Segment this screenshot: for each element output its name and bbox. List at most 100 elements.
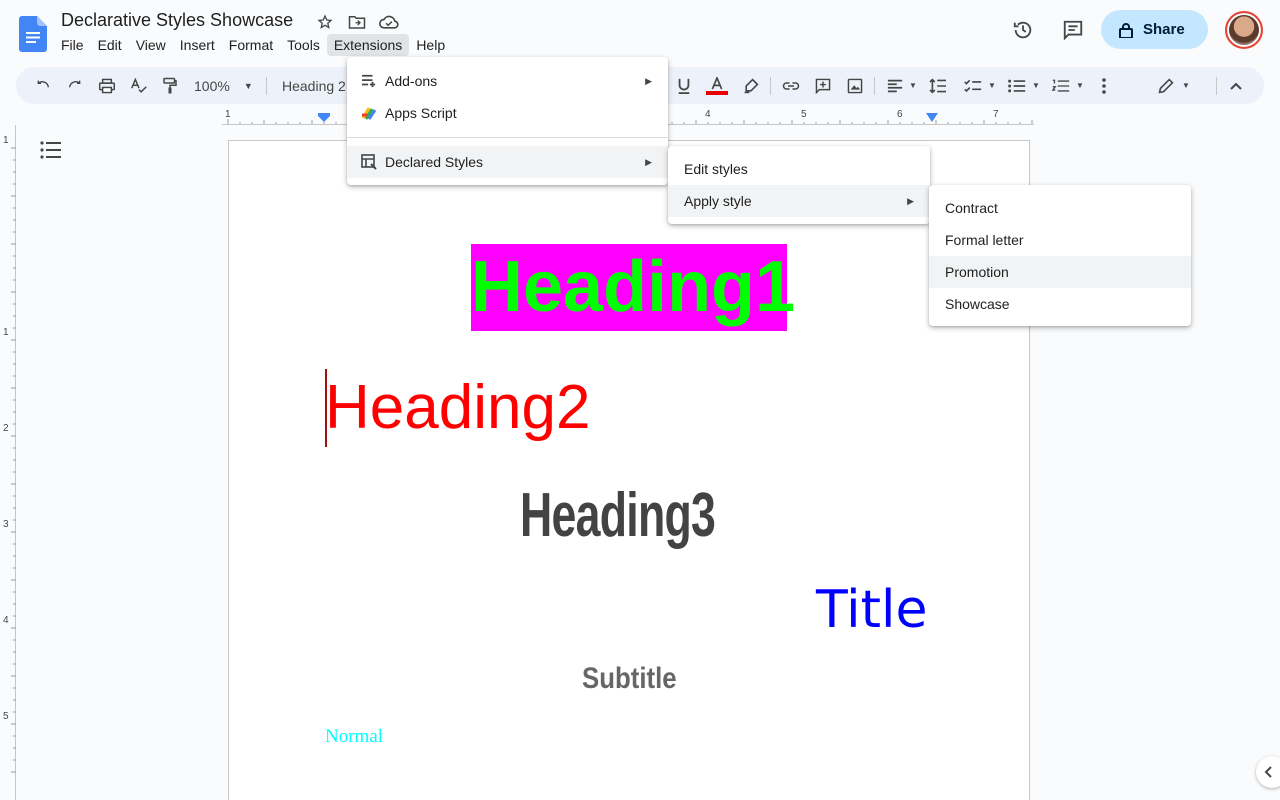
menu-item-declared-styles[interactable]: Declared Styles ▶ — [347, 146, 668, 178]
chevron-down-icon: ▼ — [243, 80, 253, 91]
spellcheck-icon[interactable] — [128, 73, 150, 98]
zoom-value: 100% — [194, 77, 230, 94]
subtitle-text[interactable]: Subtitle — [582, 661, 677, 697]
menu-item-apply-style[interactable]: Apply style ▶ — [668, 185, 930, 217]
ruler-number: 1 — [3, 135, 9, 146]
vertical-ruler[interactable]: 1 1 2 3 4 5 — [0, 125, 16, 800]
ruler-number: 7 — [993, 109, 999, 120]
document-page[interactable] — [228, 140, 1030, 800]
menu-item-label: Apply style — [684, 193, 752, 209]
submenu-arrow-icon: ▶ — [907, 195, 914, 206]
normal-text[interactable]: Normal — [325, 726, 383, 748]
cloud-saved-icon[interactable] — [376, 12, 402, 32]
ruler-number: 1 — [3, 327, 9, 338]
docs-logo-icon[interactable] — [19, 16, 47, 52]
chevron-down-icon: ▼ — [1032, 81, 1040, 90]
left-indent-marker-icon[interactable] — [318, 113, 330, 123]
right-indent-marker-icon[interactable] — [926, 113, 938, 123]
chevron-down-icon: ▼ — [1182, 81, 1190, 90]
apps-script-icon — [361, 105, 377, 121]
line-spacing-icon[interactable] — [926, 73, 950, 98]
avatar[interactable] — [1225, 11, 1263, 49]
redo-icon[interactable] — [64, 73, 86, 98]
ruler-number: 4 — [705, 109, 711, 120]
align-left-icon — [887, 79, 903, 92]
ruler-number: 5 — [3, 711, 9, 722]
ruler-number: 2 — [3, 423, 9, 434]
move-folder-icon[interactable] — [344, 12, 370, 32]
menu-item-showcase[interactable]: Showcase — [929, 288, 1191, 320]
menu-item-contract[interactable]: Contract — [929, 192, 1191, 224]
menu-item-label: Formal letter — [945, 232, 1024, 248]
menu-item-apps-script[interactable]: Apps Script — [347, 97, 668, 129]
extensions-menu: Add-ons ▶ Apps Script Declared Styles ▶ — [347, 57, 668, 185]
share-button[interactable]: Share — [1101, 10, 1208, 49]
divider — [266, 77, 267, 95]
undo-icon[interactable] — [32, 73, 54, 98]
collapse-toolbar-icon[interactable] — [1226, 73, 1246, 98]
numbered-list-icon — [1052, 79, 1070, 92]
ruler-ticks — [11, 147, 16, 773]
menu-insert[interactable]: Insert — [173, 34, 222, 56]
text-color-icon[interactable] — [706, 73, 728, 98]
paint-format-icon[interactable] — [159, 73, 181, 98]
menu-file[interactable]: File — [54, 34, 91, 56]
star-icon[interactable] — [312, 12, 338, 32]
checklist-icon — [964, 79, 982, 92]
version-history-icon[interactable] — [1010, 17, 1036, 43]
menu-format[interactable]: Format — [222, 34, 280, 56]
document-outline-icon[interactable] — [40, 140, 62, 160]
menu-item-label: Declared Styles — [385, 154, 484, 170]
side-panel-toggle[interactable] — [1256, 756, 1280, 788]
bulleted-list-select[interactable]: ▼ — [1004, 73, 1044, 98]
menu-item-label: Edit styles — [684, 161, 748, 177]
align-select[interactable]: ▼ — [884, 73, 920, 98]
chevron-left-icon — [1264, 766, 1272, 778]
divider — [1216, 77, 1217, 95]
more-options-icon[interactable] — [1094, 73, 1114, 98]
menu-item-label: Contract — [945, 200, 998, 216]
ruler-number: 6 — [897, 109, 903, 120]
chevron-down-icon: ▼ — [1076, 81, 1084, 90]
checklist-select[interactable]: ▼ — [960, 73, 1000, 98]
comments-icon[interactable] — [1060, 17, 1086, 43]
style-select[interactable]: Heading 2 — [282, 73, 352, 98]
ruler-number: 3 — [3, 519, 9, 530]
print-icon[interactable] — [96, 73, 118, 98]
title-bar: Declarative Styles Showcase File Edit Vi… — [0, 0, 1280, 62]
menu-item-edit-styles[interactable]: Edit styles — [668, 153, 930, 185]
chevron-down-icon: ▼ — [988, 81, 996, 90]
title-actions — [312, 12, 402, 32]
menu-bar: File Edit View Insert Format Tools Exten… — [54, 34, 452, 56]
menu-help[interactable]: Help — [409, 34, 452, 56]
heading2-text[interactable]: Heading2 — [325, 370, 590, 446]
title-text[interactable]: Title — [816, 578, 927, 642]
ruler-number: 5 — [801, 109, 807, 120]
divider — [874, 77, 875, 95]
document-title[interactable]: Declarative Styles Showcase — [61, 10, 293, 31]
editing-mode-select[interactable]: ▼ — [1154, 73, 1194, 98]
insert-image-icon[interactable] — [844, 73, 866, 98]
menu-edit[interactable]: Edit — [91, 34, 129, 56]
zoom-select[interactable]: 100% ▼ — [194, 73, 258, 98]
heading1-text[interactable]: Heading1 — [471, 244, 795, 331]
menu-item-formal-letter[interactable]: Formal letter — [929, 224, 1191, 256]
menu-item-add-ons[interactable]: Add-ons ▶ — [347, 65, 668, 97]
highlight-color-icon[interactable] — [740, 73, 762, 98]
menu-extensions[interactable]: Extensions — [326, 34, 410, 56]
submenu-arrow-icon: ▶ — [645, 156, 652, 167]
menu-view[interactable]: View — [129, 34, 173, 56]
link-icon[interactable] — [780, 73, 802, 98]
add-comment-icon[interactable] — [812, 73, 834, 98]
numbered-list-select[interactable]: ▼ — [1048, 73, 1088, 98]
heading3-text[interactable]: Heading3 — [520, 478, 716, 554]
divider — [770, 77, 771, 95]
menu-item-label: Apps Script — [385, 105, 457, 121]
apply-style-submenu: Contract Formal letter Promotion Showcas… — [929, 185, 1191, 326]
ruler-number: 4 — [3, 615, 9, 626]
menu-item-label: Promotion — [945, 264, 1009, 280]
underline-icon[interactable] — [674, 73, 694, 98]
menu-item-promotion[interactable]: Promotion — [929, 256, 1191, 288]
chevron-down-icon: ▼ — [909, 81, 917, 90]
menu-tools[interactable]: Tools — [280, 34, 327, 56]
